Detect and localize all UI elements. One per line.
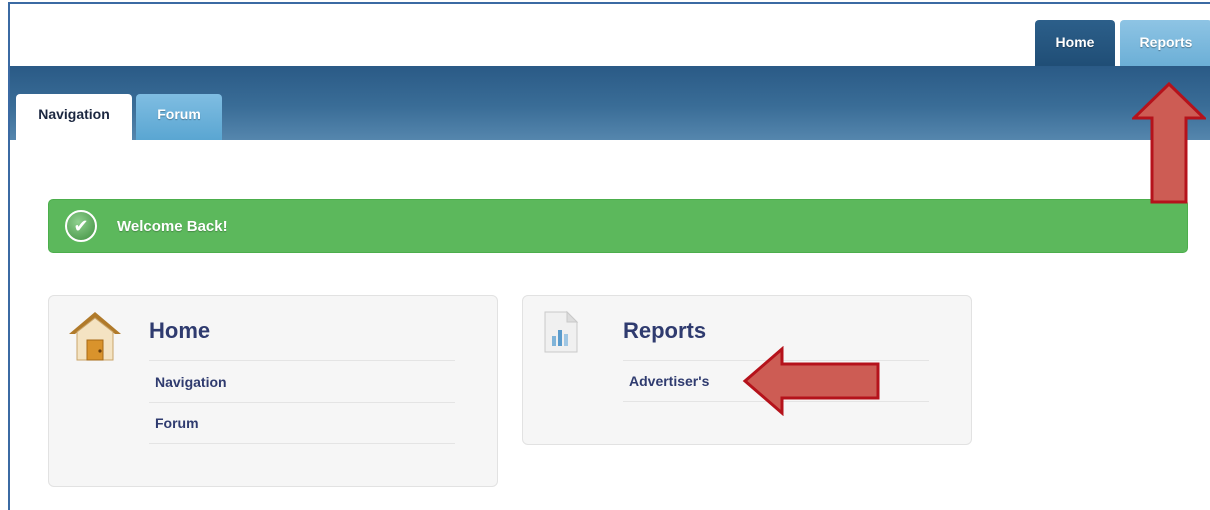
top-navigation: Home Reports bbox=[10, 4, 1210, 68]
home-link-list: Navigation Forum bbox=[149, 360, 455, 444]
top-tab-home[interactable]: Home bbox=[1035, 20, 1115, 68]
top-tab-reports[interactable]: Reports bbox=[1120, 20, 1210, 68]
header-band: Navigation Forum bbox=[10, 66, 1210, 140]
report-chart-icon bbox=[544, 310, 579, 353]
welcome-alert: ✔ Welcome Back! bbox=[48, 199, 1188, 253]
check-circle-icon: ✔ bbox=[65, 210, 97, 242]
link-navigation[interactable]: Navigation bbox=[149, 360, 455, 402]
home-panel: Home Navigation Forum bbox=[48, 295, 498, 487]
app-frame: Home Reports Navigation Forum ✔ Welcome … bbox=[0, 0, 1210, 510]
link-forum[interactable]: Forum bbox=[149, 402, 455, 444]
tab-forum[interactable]: Forum bbox=[136, 94, 222, 140]
alert-message: Welcome Back! bbox=[117, 217, 228, 235]
annotation-left-arrow-icon bbox=[742, 346, 880, 416]
house-icon bbox=[69, 312, 121, 361]
annotation-up-arrow-icon bbox=[1132, 82, 1206, 204]
home-panel-title: Home bbox=[149, 318, 211, 343]
reports-panel-title: Reports bbox=[623, 318, 707, 343]
tab-navigation[interactable]: Navigation bbox=[16, 94, 132, 140]
